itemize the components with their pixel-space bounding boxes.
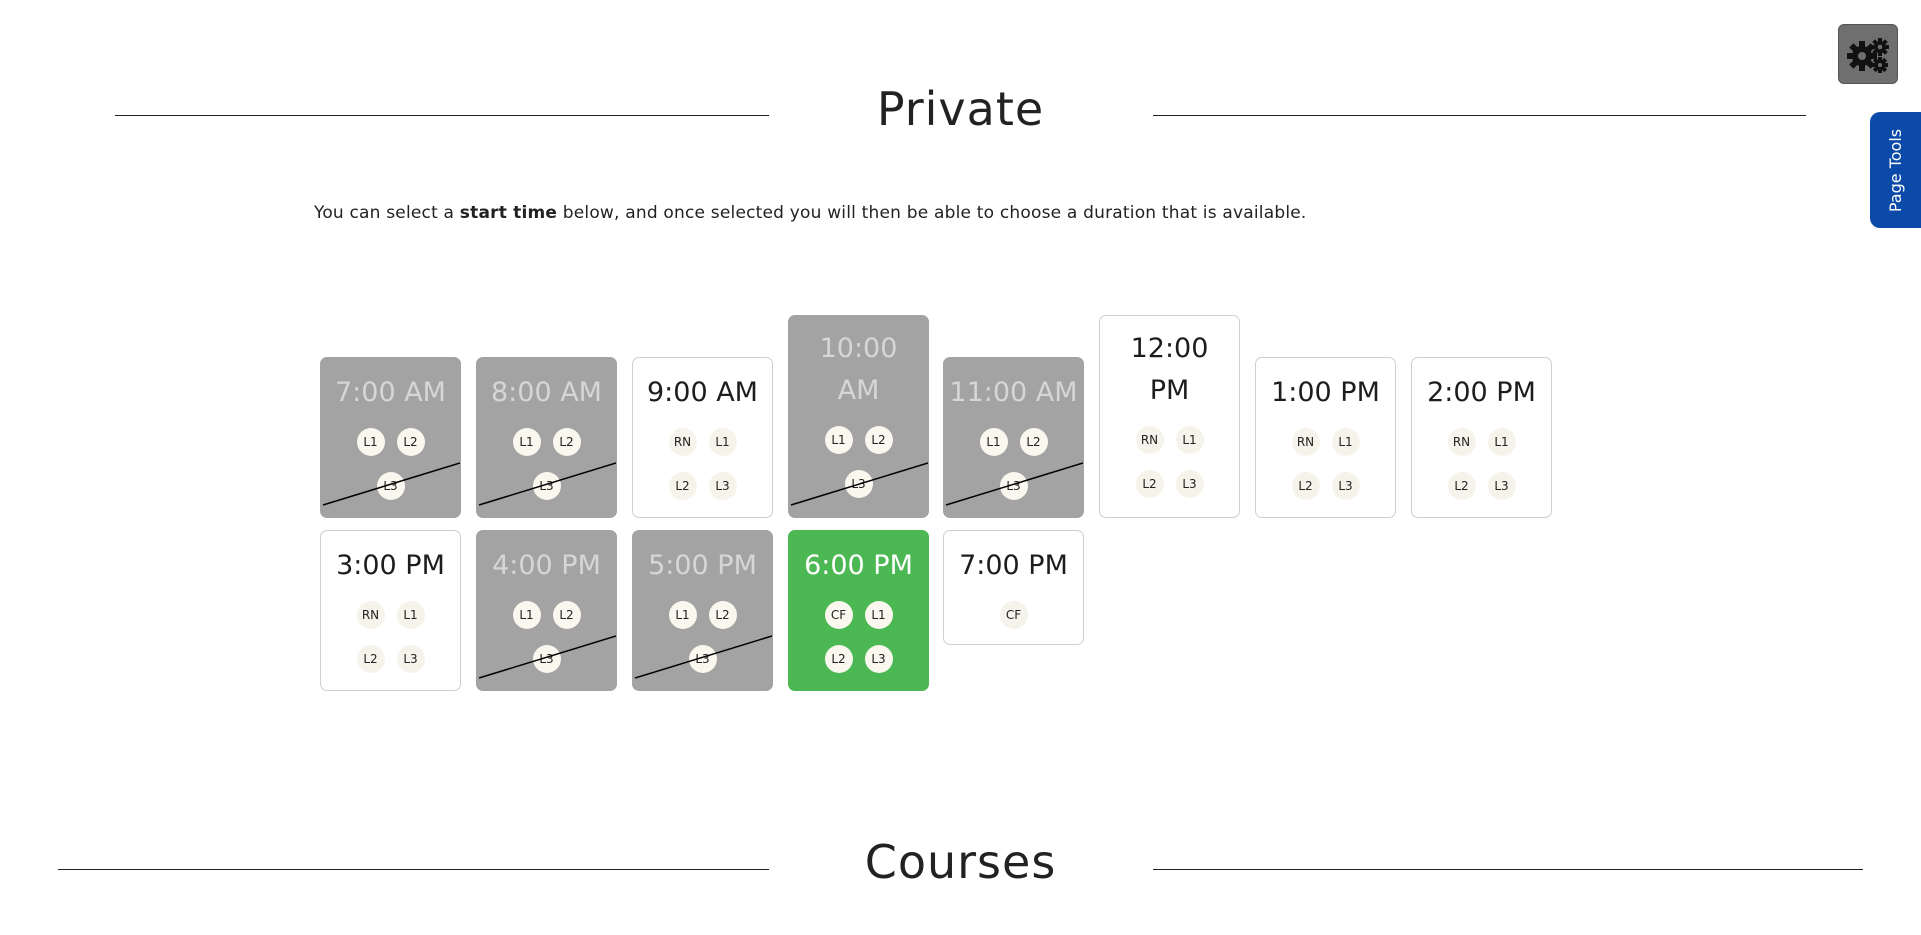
level-badge: L3 — [708, 472, 737, 500]
instructions-suffix: below, and once selected you will then b… — [557, 203, 1307, 223]
level-badge: L3 — [532, 472, 561, 500]
level-badge: L1 — [864, 601, 893, 629]
level-badge: L1 — [356, 428, 385, 456]
slot-time: 3:00 PM — [336, 550, 445, 581]
level-badge: L2 — [1135, 470, 1164, 498]
slot-badges: L1 L2 L3 — [964, 420, 1064, 508]
level-badge: L2 — [356, 645, 385, 673]
level-badge: L2 — [708, 601, 737, 629]
slot-time-line2: PM — [1149, 375, 1190, 406]
slot-time: 7:00 AM — [335, 377, 446, 408]
time-slot-5pm[interactable]: 5:00 PM L1 L2 L3 — [632, 530, 773, 691]
level-badge: L2 — [824, 645, 853, 673]
level-badge: L1 — [824, 426, 853, 454]
level-badge: L3 — [376, 472, 405, 500]
time-slot-8am[interactable]: 8:00 AM L1 L2 L3 — [476, 357, 617, 518]
courses-section-title: Courses — [864, 835, 1057, 889]
slot-time: 6:00 PM — [804, 550, 913, 581]
slot-time: 8:00 AM — [491, 377, 602, 408]
time-slot-12pm[interactable]: 12:00 PM RN L1 L2 L3 — [1099, 315, 1240, 518]
level-badge: L2 — [668, 472, 697, 500]
time-slot-2pm[interactable]: 2:00 PM RN L1 L2 L3 — [1411, 357, 1552, 518]
level-badge: L2 — [1291, 472, 1320, 500]
level-badge: L3 — [1487, 472, 1516, 500]
time-slot-6pm[interactable]: 6:00 PM CF L1 L2 L3 — [788, 530, 929, 691]
level-badge: CF — [999, 601, 1028, 629]
level-badge: L1 — [979, 428, 1008, 456]
level-badge: L2 — [552, 428, 581, 456]
level-badge: L3 — [864, 645, 893, 673]
slot-badges: RN L1 L2 L3 — [1276, 420, 1376, 508]
slot-time: 1:00 PM — [1271, 377, 1380, 408]
level-badge: L2 — [864, 426, 893, 454]
level-badge: L1 — [512, 428, 541, 456]
level-badge: L2 — [1447, 472, 1476, 500]
level-badge: L3 — [532, 645, 561, 673]
time-slot-4pm[interactable]: 4:00 PM L1 L2 L3 — [476, 530, 617, 691]
level-badge: L3 — [688, 645, 717, 673]
page-tools-tab[interactable]: Page Tools — [1870, 112, 1921, 228]
time-slot-1pm[interactable]: 1:00 PM RN L1 L2 L3 — [1255, 357, 1396, 518]
slot-badges: CF — [964, 593, 1064, 637]
slot-time: 7:00 PM — [959, 550, 1068, 581]
slot-time-line1: 10:00 — [819, 333, 898, 364]
slot-badges: CF L1 L2 L3 — [809, 593, 909, 681]
level-badge: L1 — [1175, 426, 1204, 454]
slot-badges: RN L1 L2 L3 — [653, 420, 753, 508]
gears-icon — [1847, 38, 1889, 73]
slot-badges: L1 L2 L3 — [497, 593, 597, 681]
level-badge: L2 — [396, 428, 425, 456]
level-badge: RN — [1135, 426, 1164, 454]
slot-badges: L1 L2 L3 — [497, 420, 597, 508]
level-badge: L1 — [1331, 428, 1360, 456]
time-slot-7am[interactable]: 7:00 AM L1 L2 L3 — [320, 357, 461, 518]
level-badge: L1 — [396, 601, 425, 629]
level-badge: L3 — [844, 470, 873, 498]
private-rule-right — [1153, 115, 1806, 116]
slot-badges: RN L1 L2 L3 — [1120, 418, 1220, 506]
level-badge: L3 — [1331, 472, 1360, 500]
slot-time: 4:00 PM — [492, 550, 601, 581]
courses-rule-right — [1153, 869, 1863, 870]
slot-badges: RN L1 L2 L3 — [1432, 420, 1532, 508]
slot-badges: L1 L2 L3 — [809, 418, 909, 506]
level-badge: L1 — [708, 428, 737, 456]
slot-time: 9:00 AM — [647, 377, 758, 408]
level-badge: L1 — [668, 601, 697, 629]
time-slot-10am[interactable]: 10:00 AM L1 L2 L3 — [788, 315, 929, 518]
level-badge: L2 — [1019, 428, 1048, 456]
level-badge: RN — [356, 601, 385, 629]
slot-time-line2: AM — [837, 375, 880, 406]
time-slot-7pm[interactable]: 7:00 PM CF — [943, 530, 1084, 645]
time-slot-3pm[interactable]: 3:00 PM RN L1 L2 L3 — [320, 530, 461, 691]
slot-badges: L1 L2 L3 — [341, 420, 441, 508]
instructions-text: You can select a start time below, and o… — [314, 203, 1307, 223]
slot-time: 10:00 AM — [789, 316, 928, 412]
level-badge: L1 — [512, 601, 541, 629]
settings-button[interactable] — [1838, 24, 1898, 84]
instructions-bold: start time — [459, 203, 558, 223]
level-badge: CF — [824, 601, 853, 629]
private-section-title: Private — [876, 82, 1045, 136]
level-badge: RN — [1447, 428, 1476, 456]
time-slot-11am[interactable]: 11:00 AM L1 L2 L3 — [943, 357, 1084, 518]
slot-time: 11:00 AM — [949, 377, 1078, 408]
level-badge: L3 — [396, 645, 425, 673]
page-tools-label: Page Tools — [1886, 128, 1906, 212]
slot-time: 5:00 PM — [648, 550, 757, 581]
slot-time-line1: 12:00 — [1130, 333, 1209, 364]
slot-badges: RN L1 L2 L3 — [341, 593, 441, 681]
slot-badges: L1 L2 L3 — [653, 593, 753, 681]
slot-time: 12:00 PM — [1100, 316, 1239, 412]
level-badge: L3 — [1175, 470, 1204, 498]
slot-time: 2:00 PM — [1427, 377, 1536, 408]
level-badge: RN — [1291, 428, 1320, 456]
time-slot-9am[interactable]: 9:00 AM RN L1 L2 L3 — [632, 357, 773, 518]
level-badge: L1 — [1487, 428, 1516, 456]
instructions-prefix: You can select a — [314, 203, 460, 223]
level-badge: L2 — [552, 601, 581, 629]
level-badge: L3 — [999, 472, 1028, 500]
level-badge: RN — [668, 428, 697, 456]
